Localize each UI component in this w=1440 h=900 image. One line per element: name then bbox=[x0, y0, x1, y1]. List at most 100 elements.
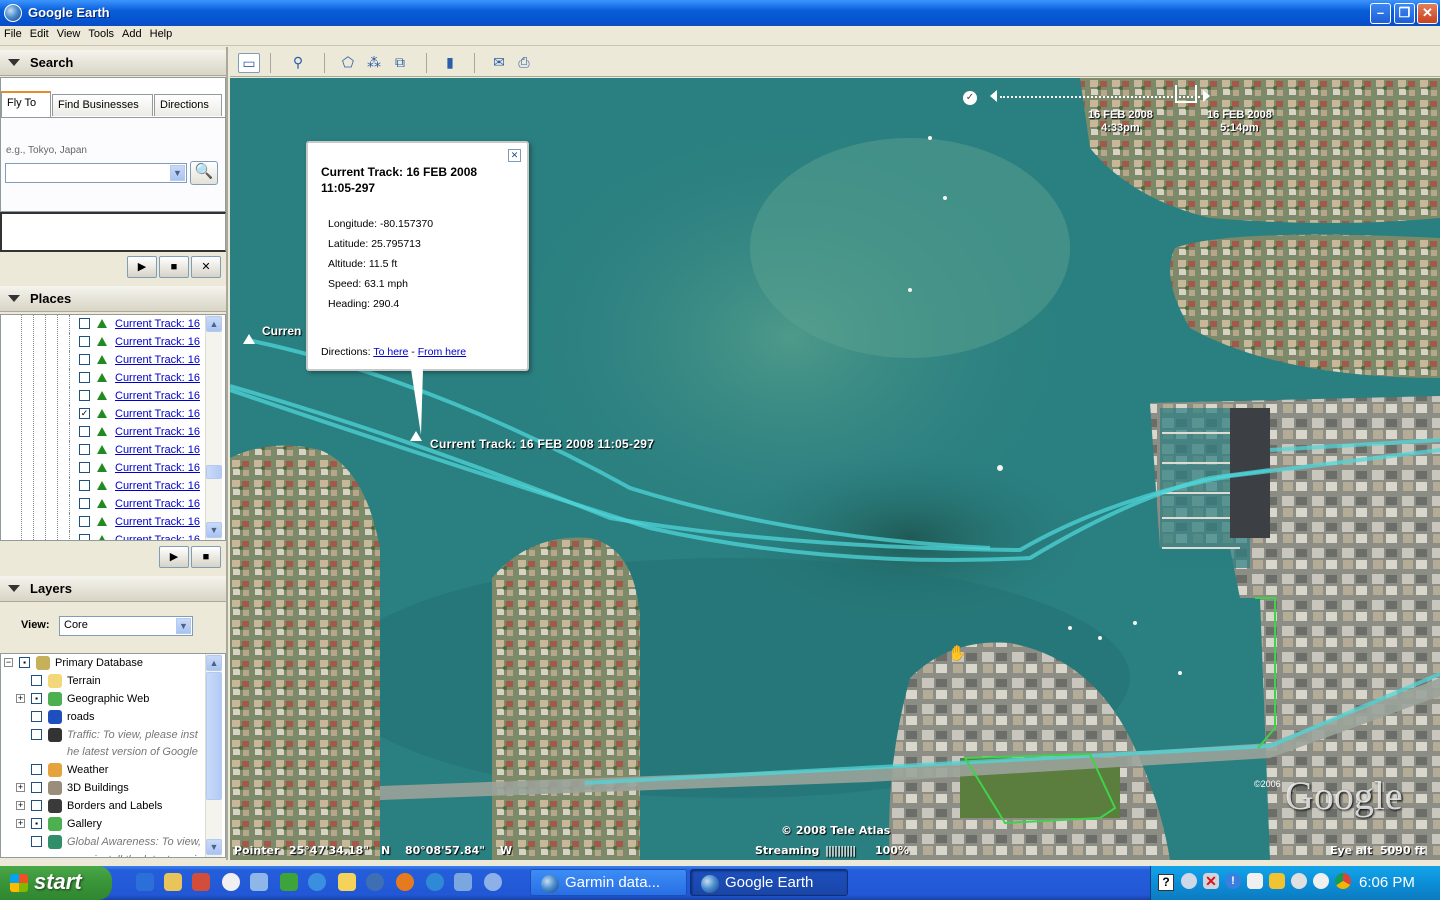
tree-expand-icon[interactable]: + bbox=[16, 694, 25, 703]
time-slider-clock-icon[interactable]: ✓ bbox=[963, 91, 977, 105]
place-link[interactable]: Current Track: 16 bbox=[115, 534, 200, 540]
google-earth-quicklaunch-icon[interactable] bbox=[484, 873, 502, 891]
tree-expand-icon[interactable]: + bbox=[16, 819, 25, 828]
places-play-button[interactable]: ▶ bbox=[159, 546, 189, 568]
media-player-icon[interactable] bbox=[222, 873, 240, 891]
restore-button[interactable]: ❐ bbox=[1394, 3, 1415, 24]
layer-checkbox[interactable] bbox=[31, 711, 42, 722]
places-list-item[interactable]: ✓ Current Track: 16 bbox=[1, 405, 206, 423]
place-link[interactable]: Current Track: 16 bbox=[115, 390, 200, 402]
places-list-item[interactable]: Current Track: 16 bbox=[1, 351, 206, 369]
network-disconnected-icon[interactable]: ✕ bbox=[1203, 873, 1219, 889]
places-scrollbar[interactable]: ▲ ▼ bbox=[205, 315, 222, 540]
app-icon[interactable] bbox=[366, 873, 384, 891]
tab-find-businesses[interactable]: Find Businesses bbox=[52, 94, 153, 116]
layer-item[interactable]: Traffic: To view, please inst bbox=[1, 726, 201, 744]
tree-collapse-icon[interactable]: − bbox=[4, 658, 13, 667]
places-list-item[interactable]: Current Track: 16 bbox=[1, 441, 206, 459]
print-icon[interactable]: ⎙ bbox=[513, 53, 535, 73]
tray-app-icon[interactable] bbox=[1291, 873, 1307, 889]
add-path-icon[interactable]: ⁂ bbox=[363, 53, 385, 73]
layers-scrollbar[interactable]: ▲ ▼ bbox=[205, 654, 222, 857]
tab-directions[interactable]: Directions bbox=[154, 94, 222, 116]
layer-checkbox[interactable] bbox=[31, 836, 42, 847]
places-list-item[interactable]: Current Track: 16 bbox=[1, 387, 206, 405]
internet-explorer-icon[interactable] bbox=[308, 873, 326, 891]
search-input[interactable]: ▼ bbox=[5, 163, 187, 183]
notepad-icon[interactable] bbox=[338, 873, 356, 891]
start-button[interactable]: start bbox=[0, 866, 112, 900]
scroll-up-arrow-icon[interactable]: ▲ bbox=[206, 316, 222, 332]
minimize-button[interactable]: – bbox=[1370, 3, 1391, 24]
view-select[interactable]: Core ▼ bbox=[59, 616, 193, 636]
layer-item[interactable]: Global Awareness: To view, bbox=[1, 833, 201, 851]
time-slider-range-handle[interactable] bbox=[1175, 85, 1197, 103]
sidebar-toggle-icon[interactable]: ▭ bbox=[238, 53, 260, 73]
places-panel-header[interactable]: Places bbox=[0, 286, 226, 312]
email-icon[interactable]: ✉ bbox=[488, 53, 510, 73]
ruler-icon[interactable]: ▮ bbox=[439, 53, 461, 73]
menu-help[interactable]: Help bbox=[146, 26, 177, 40]
place-checkbox[interactable] bbox=[79, 372, 90, 383]
place-checkbox[interactable] bbox=[79, 516, 90, 527]
place-checkbox[interactable] bbox=[79, 498, 90, 509]
search-play-button[interactable]: ▶ bbox=[127, 256, 157, 278]
place-checkbox[interactable] bbox=[79, 444, 90, 455]
place-checkbox[interactable] bbox=[79, 480, 90, 491]
tray-app-icon[interactable] bbox=[1247, 873, 1263, 889]
place-link[interactable]: Current Track: 16 bbox=[115, 336, 200, 348]
places-stop-button[interactable]: ■ bbox=[191, 546, 221, 568]
places-list-item[interactable]: Current Track: 16 bbox=[1, 477, 206, 495]
place-link[interactable]: Current Track: 16 bbox=[115, 426, 200, 438]
layer-item[interactable]: roads bbox=[1, 708, 201, 726]
layer-checkbox[interactable] bbox=[31, 782, 42, 793]
place-checkbox[interactable] bbox=[79, 354, 90, 365]
time-slider-right-icon[interactable] bbox=[1203, 90, 1210, 102]
scroll-down-arrow-icon[interactable]: ▼ bbox=[206, 839, 222, 855]
place-checkbox[interactable] bbox=[79, 336, 90, 347]
tray-app-icon[interactable] bbox=[1313, 873, 1329, 889]
help-icon[interactable]: ? bbox=[1158, 874, 1174, 891]
places-list-item[interactable]: Current Track: 16 bbox=[1, 333, 206, 351]
search-icon[interactable]: 🔍 bbox=[190, 161, 218, 185]
place-link[interactable]: Current Track: 16 bbox=[115, 516, 200, 528]
scroll-down-arrow-icon[interactable]: ▼ bbox=[206, 522, 222, 538]
place-link[interactable]: Current Track: 16 bbox=[115, 354, 200, 366]
place-checkbox[interactable] bbox=[79, 534, 90, 540]
place-link[interactable]: Current Track: 16 bbox=[115, 318, 200, 330]
taskbar-garmin-button[interactable]: Garmin data... bbox=[530, 869, 687, 896]
layer-item[interactable]: Terrain bbox=[1, 672, 201, 690]
layer-item[interactable]: + ▪ Geographic Web bbox=[1, 690, 201, 708]
places-list-item[interactable]: Current Track: 16 bbox=[1, 495, 206, 513]
layer-checkbox[interactable]: ▪ bbox=[31, 693, 42, 704]
place-checkbox[interactable] bbox=[79, 318, 90, 329]
place-checkbox[interactable] bbox=[79, 390, 90, 401]
place-checkbox[interactable] bbox=[79, 426, 90, 437]
place-link[interactable]: Current Track: 16 bbox=[115, 408, 200, 420]
close-icon[interactable]: ✕ bbox=[508, 149, 521, 162]
scroll-thumb[interactable] bbox=[206, 672, 222, 800]
layer-checkbox[interactable]: ▪ bbox=[19, 657, 30, 668]
place-checkbox[interactable] bbox=[79, 462, 90, 473]
layer-checkbox[interactable] bbox=[31, 729, 42, 740]
layer-item[interactable]: +3D Buildings bbox=[1, 779, 201, 797]
place-link[interactable]: Current Track: 16 bbox=[115, 372, 200, 384]
menu-view[interactable]: View bbox=[53, 26, 85, 40]
place-link[interactable]: Current Track: 16 bbox=[115, 444, 200, 456]
places-list-item[interactable]: Current Track: 16 bbox=[1, 459, 206, 477]
places-list-item[interactable]: Current Track: 16 bbox=[1, 423, 206, 441]
chrome-icon[interactable] bbox=[1335, 873, 1351, 889]
shield-icon[interactable] bbox=[1269, 873, 1285, 889]
layer-item[interactable]: Weather bbox=[1, 761, 201, 779]
image-overlay-icon[interactable]: ⧉ bbox=[389, 53, 411, 73]
places-list-item[interactable]: Current Track: 16 bbox=[1, 513, 206, 531]
search-dropdown-arrow-icon[interactable]: ▼ bbox=[170, 165, 185, 181]
places-list-item[interactable]: Current Track: 16 bbox=[1, 531, 206, 540]
search-stop-button[interactable]: ■ bbox=[159, 256, 189, 278]
app-icon[interactable] bbox=[426, 873, 444, 891]
app-icon[interactable] bbox=[454, 873, 472, 891]
search-clear-button[interactable]: ✕ bbox=[191, 256, 221, 278]
place-link[interactable]: Current Track: 16 bbox=[115, 498, 200, 510]
placemark-icon[interactable]: ⚲ bbox=[287, 53, 309, 73]
firefox-icon[interactable] bbox=[396, 873, 414, 891]
